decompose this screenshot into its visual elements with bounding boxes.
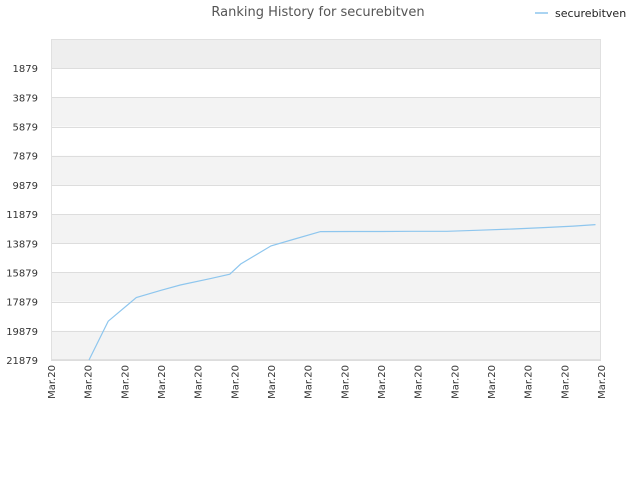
y-tick-label: 1879 bbox=[13, 64, 38, 75]
plot-band bbox=[51, 39, 601, 69]
legend-label-securebitven: securebitven bbox=[555, 7, 626, 20]
y-tick-label: 5879 bbox=[13, 123, 38, 134]
x-axis-ticks: Mar.20 Mar.20 Mar.20 Mar.20 Mar.20 Mar.20 Mar.… bbox=[47, 365, 608, 399]
plot-band bbox=[51, 243, 601, 273]
x-tick-label: Mar.20 bbox=[524, 365, 535, 399]
plot-band bbox=[51, 184, 601, 215]
x-tick-label: Mar.20 bbox=[377, 365, 388, 399]
y-tick-label: 21879 bbox=[6, 356, 38, 367]
x-tick-label: Mar.20 bbox=[157, 365, 168, 399]
y-tick-label: 7879 bbox=[13, 152, 38, 163]
x-tick-label: Mar.20 bbox=[47, 365, 58, 399]
plot-band bbox=[51, 301, 601, 331]
x-tick-label: Mar.20 bbox=[304, 365, 315, 399]
plot-band bbox=[51, 68, 601, 98]
x-tick-label: Mar.20 bbox=[267, 365, 278, 399]
plot-band bbox=[51, 97, 601, 127]
x-tick-label: Mar.20 bbox=[597, 365, 608, 399]
y-tick-label: 15879 bbox=[6, 268, 38, 279]
x-tick-label: Mar.20 bbox=[560, 365, 571, 399]
y-tick-label: 9879 bbox=[13, 181, 38, 192]
legend: securebitven bbox=[535, 7, 626, 20]
x-tick-label: Mar.20 bbox=[450, 365, 461, 399]
x-tick-label: Mar.20 bbox=[340, 365, 351, 399]
plot-band bbox=[51, 126, 601, 156]
plot-bands bbox=[51, 39, 601, 360]
y-axis-ticks: 1879 3879 5879 7879 9879 11879 13879 15879 17879… bbox=[6, 64, 38, 367]
plot-band bbox=[51, 330, 601, 360]
x-tick-label: Mar.20 bbox=[120, 365, 131, 399]
y-tick-label: 11879 bbox=[6, 210, 38, 221]
x-tick-label: Mar.20 bbox=[487, 365, 498, 399]
chart-title: Ranking History for securebitven bbox=[211, 5, 424, 20]
x-tick-label: Mar.20 bbox=[414, 365, 425, 399]
x-tick-label: Mar.20 bbox=[194, 365, 205, 399]
x-tick-label: Mar.20 bbox=[230, 365, 241, 399]
y-tick-label: 3879 bbox=[13, 93, 38, 104]
plot-band bbox=[51, 272, 601, 302]
plot-band bbox=[51, 155, 601, 185]
x-tick-label: Mar.20 bbox=[84, 365, 95, 399]
ranking-chart: Ranking History for securebitven secureb… bbox=[6, 5, 626, 399]
y-tick-label: 17879 bbox=[6, 298, 38, 309]
y-tick-label: 19879 bbox=[6, 327, 38, 338]
y-tick-label: 13879 bbox=[6, 239, 38, 250]
